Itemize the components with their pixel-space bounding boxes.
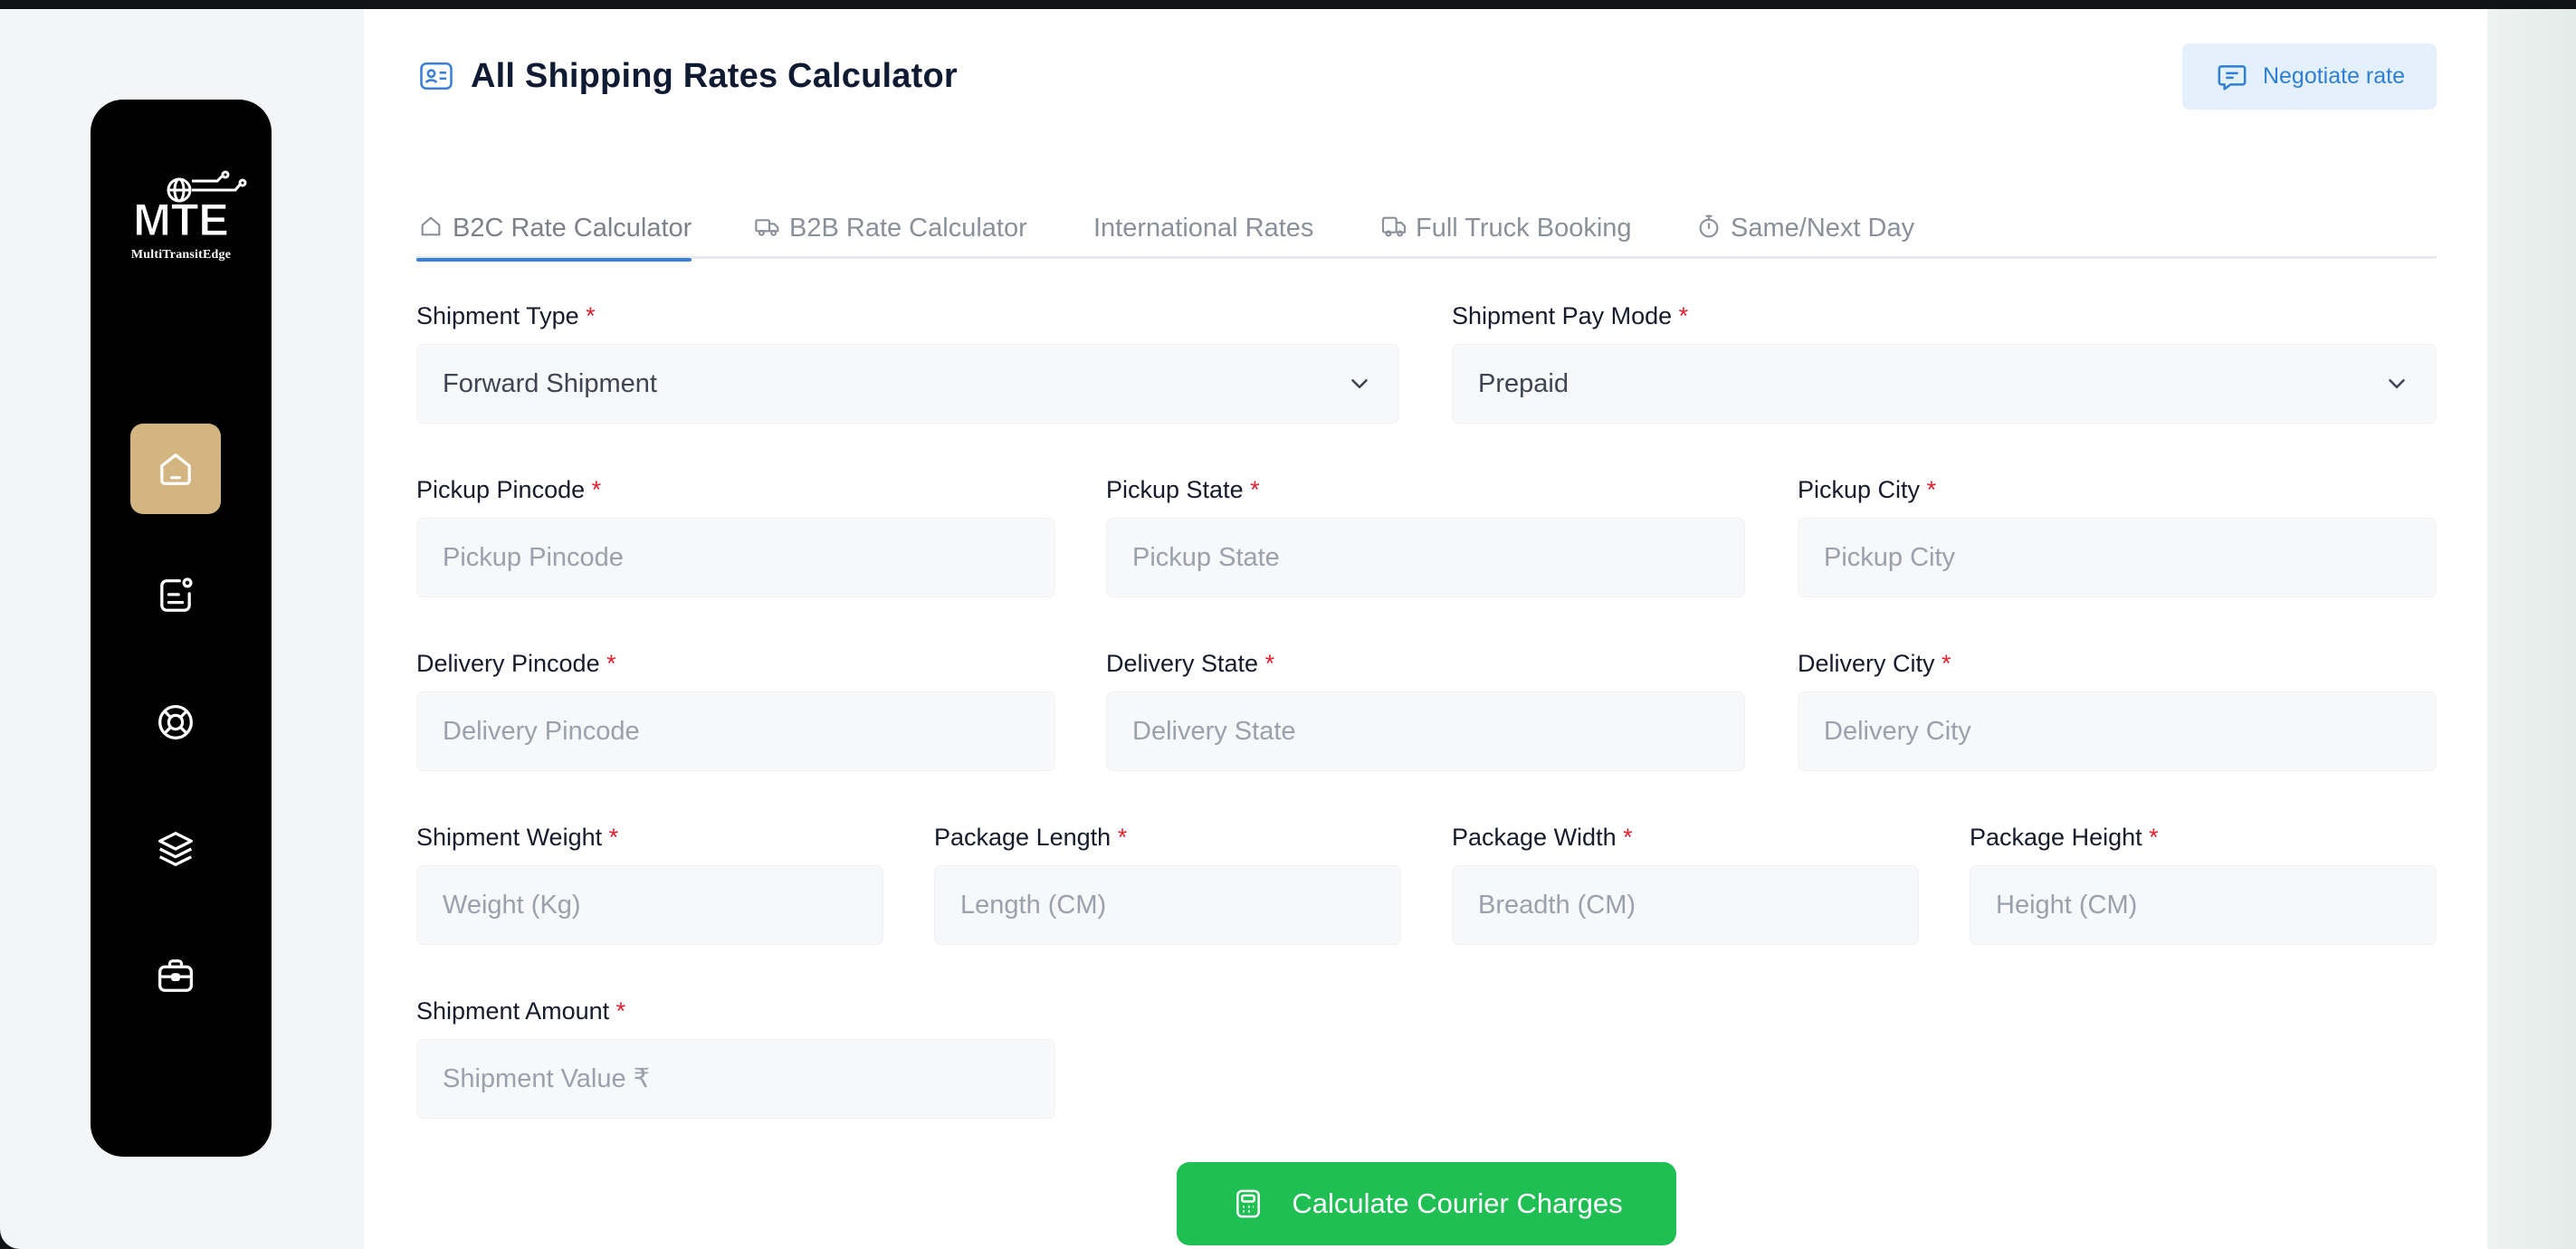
required-mark: *: [606, 650, 616, 677]
tab-b2c-rate-calculator[interactable]: B2C Rate Calculator: [416, 197, 692, 262]
field-label: Package Width: [1452, 824, 1617, 851]
field-label: Shipment Weight: [416, 824, 603, 851]
rate-tabs: B2C Rate Calculator B2B Rate Calculator …: [416, 197, 2437, 262]
required-mark: *: [1623, 824, 1633, 851]
pickup-pincode-field: Pickup Pincode *: [416, 474, 1055, 597]
field-label: Pickup Pincode: [416, 476, 586, 503]
logo-text: MTE: [133, 195, 229, 245]
amount-input[interactable]: [417, 1040, 1054, 1118]
required-mark: *: [1678, 302, 1689, 329]
app-screen: MTE MultiTransitEdge All Shipping Rates …: [0, 9, 2576, 1249]
field-label: Delivery City: [1798, 650, 1935, 677]
tab-international-rates[interactable]: International Rates: [1093, 197, 1313, 259]
required-mark: *: [1942, 650, 1951, 677]
pay-mode-select[interactable]: Prepaid: [1452, 344, 2437, 424]
sidebar-item-orders[interactable]: [130, 550, 221, 641]
shipment-amount-field: Shipment Amount *: [416, 996, 1055, 1119]
chevron-down-icon: [1351, 379, 1368, 388]
field-label: Shipment Amount: [416, 997, 610, 1025]
id-card-icon: [420, 62, 453, 91]
sidebar-item-briefcase[interactable]: [130, 930, 221, 1021]
calculator-icon: [1236, 1189, 1261, 1218]
layers-icon: [158, 832, 193, 866]
chat-icon: [2218, 64, 2247, 91]
truck-icon: [755, 219, 779, 236]
brand-logo: MTE MultiTransitEdge: [109, 170, 253, 270]
field-label: Pickup State: [1106, 476, 1244, 503]
shipment-weight-field: Shipment Weight *: [416, 822, 883, 945]
pickup-state-field: Pickup State *: [1106, 474, 1745, 597]
tab-label: Same/Next Day: [1731, 213, 1915, 243]
package-height-field: Package Height *: [1970, 822, 2437, 945]
package-length-field: Package Length *: [934, 822, 1401, 945]
required-mark: *: [2149, 824, 2159, 851]
delivery-pincode-input[interactable]: [417, 692, 1054, 770]
weight-input[interactable]: [417, 866, 883, 944]
delivery-pincode-field: Delivery Pincode *: [416, 648, 1055, 771]
length-input[interactable]: [935, 866, 1400, 944]
pay-mode-field: Shipment Pay Mode * Prepaid: [1452, 300, 2437, 424]
page-title: All Shipping Rates Calculator: [471, 56, 958, 95]
required-mark: *: [608, 824, 619, 851]
width-input[interactable]: [1453, 866, 1918, 944]
field-label: Package Length: [934, 824, 1111, 851]
negotiate-rate-button[interactable]: Negotiate rate: [2182, 43, 2437, 110]
tab-full-truck-booking[interactable]: Full Truck Booking: [1379, 197, 1632, 259]
delivery-state-field: Delivery State *: [1106, 648, 1745, 771]
required-mark: *: [591, 476, 602, 503]
chevron-down-icon: [2389, 379, 2405, 388]
required-mark: *: [615, 997, 626, 1025]
required-mark: *: [1926, 476, 1937, 503]
truck-icon: [1381, 216, 1407, 237]
sidebar-item-support[interactable]: [130, 677, 221, 768]
required-mark: *: [1250, 476, 1260, 503]
calculate-courier-charges-button[interactable]: Calculate Courier Charges: [1177, 1162, 1676, 1245]
tab-label: B2B Rate Calculator: [789, 213, 1027, 243]
field-label: Package Height: [1970, 824, 2142, 851]
shipment-type-select[interactable]: Forward Shipment: [416, 344, 1399, 424]
logo-subtitle: MultiTransitEdge: [130, 248, 232, 262]
tab-b2b-rate-calculator[interactable]: B2B Rate Calculator: [753, 197, 1027, 259]
field-label: Shipment Pay Mode: [1452, 302, 1673, 329]
tab-label: Full Truck Booking: [1416, 213, 1632, 243]
sidebar-item-home[interactable]: [130, 424, 221, 514]
orders-icon: [160, 577, 193, 612]
pickup-city-input[interactable]: [1798, 519, 2436, 596]
briefcase-icon: [158, 959, 193, 992]
shipment-type-field: Shipment Type * Forward Shipment: [416, 300, 1399, 424]
support-icon: [158, 705, 193, 739]
calculate-label: Calculate Courier Charges: [1292, 1187, 1623, 1219]
field-label: Delivery Pincode: [416, 650, 600, 677]
pickup-pincode-input[interactable]: [417, 519, 1054, 596]
main-card: All Shipping Rates Calculator Negotiate …: [364, 9, 2487, 1249]
stopwatch-icon: [1699, 215, 1719, 238]
pickup-city-field: Pickup City *: [1798, 474, 2437, 597]
delivery-city-input[interactable]: [1798, 692, 2436, 770]
tab-same-next-day[interactable]: Same/Next Day: [1694, 197, 1914, 259]
select-value: Prepaid: [1478, 368, 1569, 398]
tab-label: B2C Rate Calculator: [453, 213, 692, 243]
required-mark: *: [586, 302, 596, 329]
delivery-state-input[interactable]: [1107, 692, 1744, 770]
sidebar: MTE MultiTransitEdge: [91, 100, 272, 1157]
tab-label: International Rates: [1093, 213, 1314, 243]
field-label: Delivery State: [1106, 650, 1259, 677]
package-width-field: Package Width *: [1452, 822, 1919, 945]
mte-logo-icon: MTE: [133, 170, 247, 246]
page-header: All Shipping Rates Calculator: [416, 56, 958, 96]
required-mark: *: [1117, 824, 1128, 851]
delivery-city-field: Delivery City *: [1798, 648, 2437, 771]
background-strip: [2487, 9, 2576, 1249]
select-value: Forward Shipment: [443, 368, 657, 398]
field-label: Pickup City: [1798, 476, 1921, 503]
negotiate-rate-label: Negotiate rate: [2262, 63, 2406, 89]
field-label: Shipment Type: [416, 302, 579, 329]
pickup-state-input[interactable]: [1107, 519, 1744, 596]
home-icon: [160, 453, 191, 485]
home-icon: [421, 216, 441, 236]
required-mark: *: [1264, 650, 1275, 677]
height-input[interactable]: [1970, 866, 2436, 944]
sidebar-item-layers[interactable]: [130, 804, 221, 894]
